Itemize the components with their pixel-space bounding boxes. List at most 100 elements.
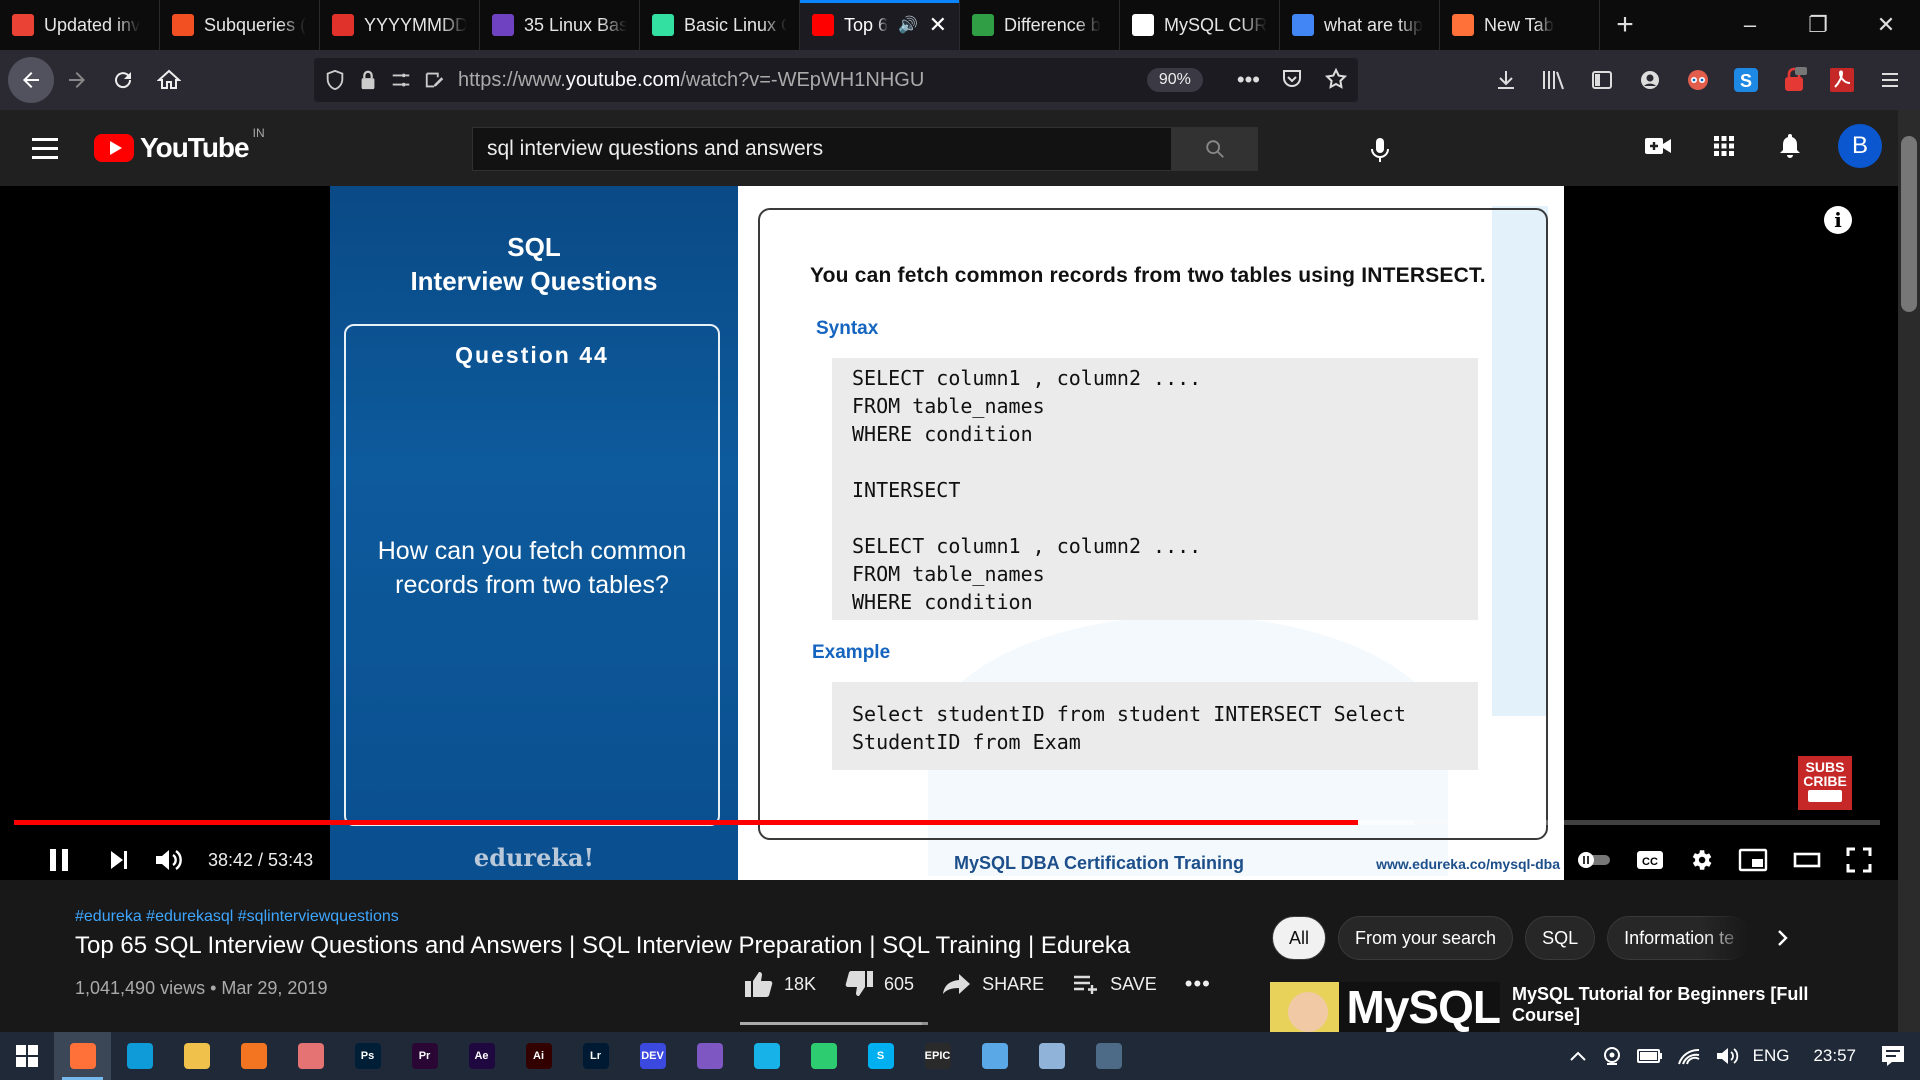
taskbar-app[interactable]	[738, 1032, 795, 1080]
taskbar-app[interactable]	[168, 1032, 225, 1080]
close-tab-icon[interactable]: ✕	[929, 12, 947, 38]
chips-next-button[interactable]	[1763, 928, 1803, 948]
progress-bar[interactable]	[14, 820, 1880, 825]
filter-chip[interactable]: SQL	[1525, 916, 1596, 960]
tab-audio-icon[interactable]: 🔊	[898, 15, 918, 35]
pause-button[interactable]	[24, 840, 94, 880]
miniplayer-button[interactable]	[1738, 840, 1768, 880]
search-button[interactable]	[1172, 127, 1258, 171]
taskbar-app[interactable]	[54, 1032, 111, 1080]
volume-button[interactable]	[144, 840, 194, 880]
filter-chip[interactable]: Information te	[1607, 916, 1752, 960]
taskbar-app[interactable]	[111, 1032, 168, 1080]
restore-button[interactable]: ❐	[1784, 0, 1852, 50]
tab-active[interactable]: Top 6 🔊 ✕	[800, 0, 960, 50]
recommended-video[interactable]: MySQL MySQL Tutorial for Beginners [Full…	[1270, 982, 1830, 1032]
browser-tab[interactable]: Subqueries (	[160, 0, 320, 50]
extension-lock-icon[interactable]	[1776, 62, 1812, 98]
taskbar-app[interactable]: S	[852, 1032, 909, 1080]
like-button[interactable]: 18K	[744, 970, 816, 998]
captions-button[interactable]: CC	[1636, 840, 1664, 880]
taskbar-app[interactable]: Pr	[396, 1032, 453, 1080]
account-icon[interactable]	[1632, 62, 1668, 98]
autoplay-toggle[interactable]	[1576, 840, 1612, 880]
close-window-button[interactable]: ✕	[1852, 0, 1920, 50]
taskbar-app[interactable]	[1023, 1032, 1080, 1080]
browser-tab[interactable]: Difference b	[960, 0, 1120, 50]
save-button[interactable]: SAVE	[1072, 973, 1157, 995]
forward-button[interactable]	[54, 57, 100, 103]
info-icon[interactable]: i	[1824, 206, 1852, 234]
taskbar-app[interactable]	[1080, 1032, 1137, 1080]
reload-button[interactable]	[100, 57, 146, 103]
bookmark-star-icon[interactable]	[1324, 67, 1348, 91]
extension-eyes-icon[interactable]	[1680, 62, 1716, 98]
filter-chip[interactable]: All	[1272, 916, 1327, 960]
taskbar-app[interactable]	[681, 1032, 738, 1080]
browser-tab[interactable]: Basic Linux C	[640, 0, 800, 50]
video-hashtags[interactable]: #edureka #edurekasql #sqlinterviewquesti…	[75, 908, 399, 926]
chevron-up-icon[interactable]	[1569, 1050, 1587, 1062]
next-button[interactable]	[94, 840, 144, 880]
clock[interactable]: 23:57	[1813, 1046, 1856, 1066]
zoom-indicator[interactable]: 90%	[1146, 68, 1203, 92]
taskbar-app[interactable]	[282, 1032, 339, 1080]
edit-page-icon[interactable]	[424, 69, 446, 91]
taskbar-app[interactable]	[966, 1032, 1023, 1080]
filter-chip[interactable]: From your search	[1338, 916, 1514, 960]
new-tab-button[interactable]: +	[1600, 0, 1650, 50]
browser-tab[interactable]: what are tup	[1280, 0, 1440, 50]
home-button[interactable]	[146, 57, 192, 103]
wifi-icon[interactable]	[1677, 1046, 1701, 1066]
back-button[interactable]	[8, 57, 54, 103]
webcam-icon[interactable]	[1601, 1046, 1623, 1066]
guide-menu-icon[interactable]	[32, 131, 66, 165]
browser-tab[interactable]: MySQL CUR	[1120, 0, 1280, 50]
action-center-icon[interactable]	[1880, 1044, 1906, 1068]
library-icon[interactable]	[1536, 62, 1572, 98]
minimize-button[interactable]: –	[1716, 0, 1784, 50]
search-input[interactable]: sql interview questions and answers	[472, 127, 1172, 171]
video-player[interactable]: SQL Interview Questions Question 44 How …	[0, 186, 1898, 880]
youtube-logo[interactable]: YouTube IN	[94, 126, 265, 164]
downloads-icon[interactable]	[1488, 62, 1524, 98]
taskbar-app[interactable]: Ai	[510, 1032, 567, 1080]
speaker-icon[interactable]	[1715, 1046, 1739, 1066]
share-button[interactable]: SHARE	[942, 972, 1044, 996]
browser-tab[interactable]: 35 Linux Bas	[480, 0, 640, 50]
taskbar-app[interactable]: Ps	[339, 1032, 396, 1080]
start-button[interactable]	[0, 1032, 54, 1080]
input-language[interactable]: ENG	[1753, 1046, 1790, 1066]
address-bar[interactable]: https://www.youtube.com/watch?v=-WEpWH1N…	[314, 58, 1358, 102]
taskbar-app[interactable]: Lr	[567, 1032, 624, 1080]
voice-search-button[interactable]	[1360, 130, 1400, 170]
taskbar-app[interactable]	[225, 1032, 282, 1080]
lock-icon[interactable]	[358, 69, 378, 91]
pocket-icon[interactable]	[1280, 67, 1304, 91]
extension-s-icon[interactable]: S	[1728, 62, 1764, 98]
taskbar-app[interactable]: DEV	[624, 1032, 681, 1080]
taskbar-app[interactable]: Ae	[453, 1032, 510, 1080]
shield-icon[interactable]	[324, 69, 346, 91]
avatar[interactable]: B	[1838, 124, 1882, 168]
apps-button[interactable]	[1706, 128, 1742, 164]
battery-icon[interactable]	[1636, 1048, 1663, 1064]
app-menu-icon[interactable]	[1872, 62, 1908, 98]
taskbar-app[interactable]: EPIC	[909, 1032, 966, 1080]
browser-tab[interactable]: New Tab	[1440, 0, 1600, 50]
create-video-button[interactable]	[1640, 128, 1676, 164]
fullscreen-button[interactable]	[1846, 840, 1872, 880]
page-actions-menu-icon[interactable]: •••	[1237, 67, 1260, 93]
browser-tab[interactable]: YYYYMMDD	[320, 0, 480, 50]
permissions-icon[interactable]	[390, 69, 412, 91]
more-actions-button[interactable]: •••	[1185, 971, 1211, 997]
page-scrollbar[interactable]	[1898, 110, 1920, 1032]
settings-button[interactable]	[1688, 840, 1714, 880]
theater-mode-button[interactable]	[1792, 840, 1822, 880]
scrollbar-thumb[interactable]	[1901, 136, 1917, 312]
subscribe-watermark[interactable]: SUBS CRIBE	[1798, 756, 1852, 810]
taskbar-app[interactable]	[795, 1032, 852, 1080]
notifications-button[interactable]	[1772, 128, 1808, 164]
browser-tab[interactable]: Updated inv	[0, 0, 160, 50]
pdf-extension-icon[interactable]	[1824, 62, 1860, 98]
